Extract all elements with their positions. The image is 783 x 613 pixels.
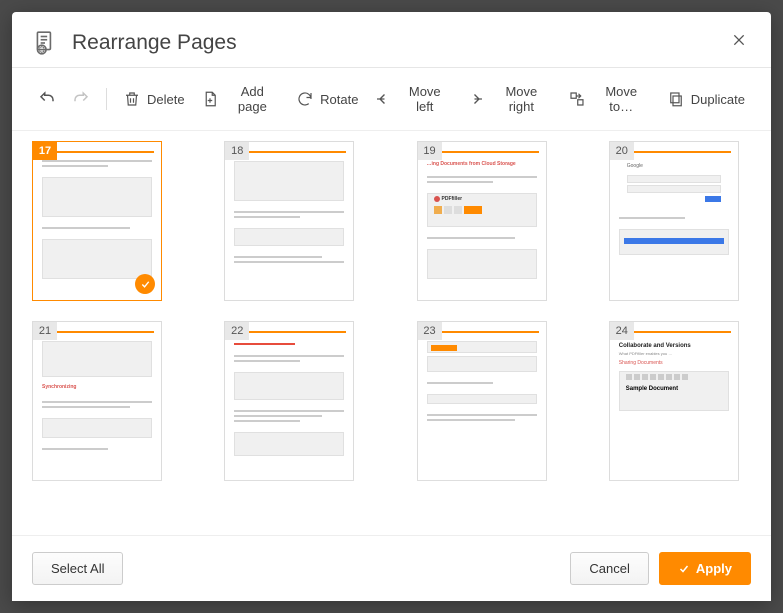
rotate-button[interactable]: Rotate <box>288 84 366 114</box>
page-thumbnail-18[interactable]: 18 <box>224 141 354 301</box>
page-preview <box>421 325 543 477</box>
page-preview: …ing Documents from Cloud Storage PDFfil… <box>421 145 543 297</box>
selected-badge <box>135 274 155 294</box>
move-right-button[interactable]: Move right <box>459 78 560 120</box>
page-preview: Google <box>613 145 735 297</box>
add-page-button[interactable]: Add page <box>193 78 289 120</box>
arrow-left-icon <box>374 90 392 108</box>
delete-button[interactable]: Delete <box>115 84 193 114</box>
select-all-button[interactable]: Select All <box>32 552 123 585</box>
move-left-button[interactable]: Move left <box>366 78 459 120</box>
page-thumbnail-23[interactable]: 23 <box>417 321 547 481</box>
page-preview: Synchronizing <box>36 325 158 477</box>
rearrange-pages-dialog: Rearrange Pages Delete Add page Rotate M… <box>12 12 771 601</box>
select-all-label: Select All <box>51 561 104 576</box>
add-page-icon <box>201 90 219 108</box>
page-preview <box>228 325 350 477</box>
page-number: 18 <box>225 142 249 160</box>
page-number: 20 <box>610 142 634 160</box>
check-icon <box>140 279 151 290</box>
duplicate-icon <box>667 90 685 108</box>
move-to-icon <box>568 90 586 108</box>
page-preview: Collaborate and Versions What PDFfiller … <box>613 325 735 477</box>
rotate-icon <box>296 90 314 108</box>
undo-button[interactable] <box>30 84 64 114</box>
preview-section-title: Synchronizing <box>36 380 158 394</box>
page-number: 23 <box>418 322 442 340</box>
toolbar: Delete Add page Rotate Move left Move ri… <box>12 68 771 130</box>
add-page-label: Add page <box>225 84 281 114</box>
delete-label: Delete <box>147 92 185 107</box>
move-left-label: Move left <box>398 84 451 114</box>
check-icon <box>678 563 690 575</box>
page-preview <box>228 145 350 297</box>
page-thumbnail-21[interactable]: Synchronizing 21 <box>32 321 162 481</box>
move-to-label: Move to… <box>592 84 651 114</box>
move-to-button[interactable]: Move to… <box>560 78 659 120</box>
apply-button[interactable]: Apply <box>659 552 751 585</box>
cancel-button[interactable]: Cancel <box>570 552 648 585</box>
page-number: 21 <box>33 322 57 340</box>
cancel-label: Cancel <box>589 561 629 576</box>
undo-icon <box>38 90 56 108</box>
redo-button[interactable] <box>64 84 98 114</box>
page-number: 22 <box>225 322 249 340</box>
move-right-label: Move right <box>491 84 552 114</box>
close-button[interactable] <box>727 28 751 57</box>
duplicate-button[interactable]: Duplicate <box>659 84 753 114</box>
preview-subhead: Sharing Documents <box>613 356 735 368</box>
arrow-right-icon <box>467 90 485 108</box>
page-thumbnail-20[interactable]: Google 20 <box>609 141 739 301</box>
page-thumbnail-17[interactable]: 17 <box>32 141 162 301</box>
dialog-header: Rearrange Pages <box>12 12 771 67</box>
trash-icon <box>123 90 141 108</box>
page-number: 17 <box>33 142 57 160</box>
preview-sample-text: Sample Document <box>620 382 728 396</box>
page-thumbnail-24[interactable]: Collaborate and Versions What PDFfiller … <box>609 321 739 481</box>
redo-icon <box>72 90 90 108</box>
page-gear-icon <box>32 30 58 56</box>
dialog-footer: Select All Cancel Apply <box>12 535 771 601</box>
page-number: 19 <box>418 142 442 160</box>
dialog-title: Rearrange Pages <box>72 31 727 55</box>
close-icon <box>731 32 747 48</box>
toolbar-separator <box>106 88 107 110</box>
page-thumbnail-19[interactable]: …ing Documents from Cloud Storage PDFfil… <box>417 141 547 301</box>
rotate-label: Rotate <box>320 92 358 107</box>
apply-label: Apply <box>696 561 732 576</box>
page-thumbnail-22[interactable]: 22 <box>224 321 354 481</box>
preview-logo-text: PDFfiller <box>442 196 463 202</box>
page-gallery: 17 18 …ing Documents from Cloud Storage <box>12 130 771 535</box>
page-number: 24 <box>610 322 634 340</box>
duplicate-label: Duplicate <box>691 92 745 107</box>
